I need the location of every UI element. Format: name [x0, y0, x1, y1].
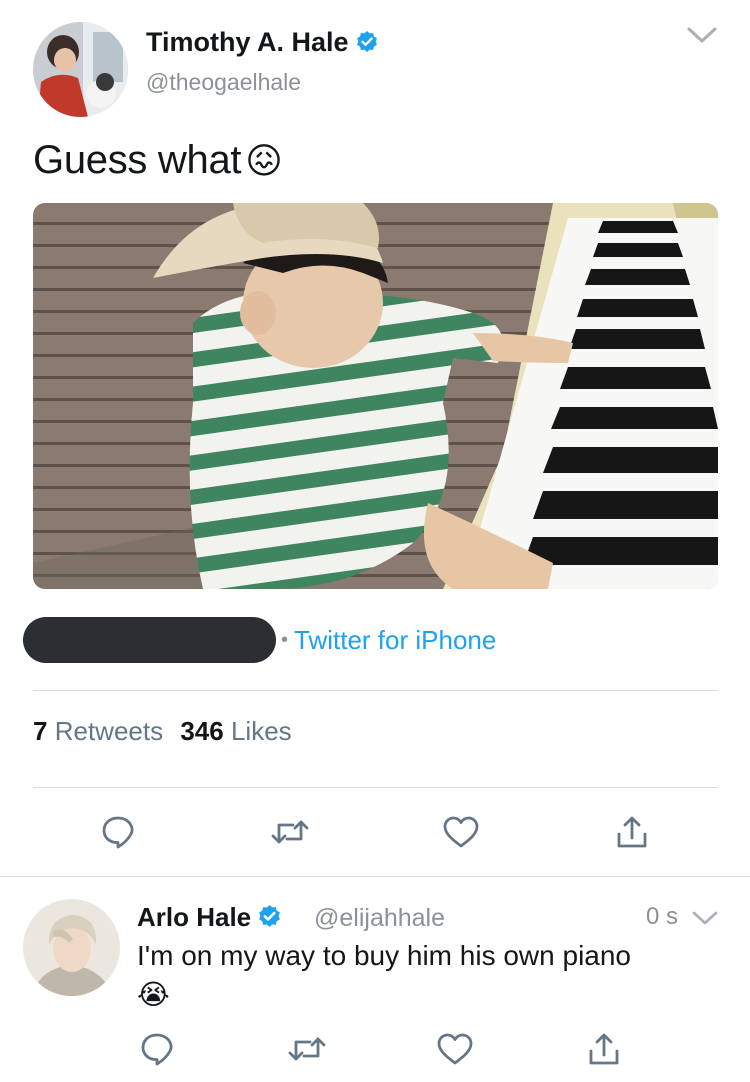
heart-icon — [437, 1033, 473, 1065]
retweet-icon — [271, 820, 309, 844]
retweet-icon — [288, 1037, 326, 1061]
share-upload-icon — [589, 1033, 619, 1065]
retweets-label: Retweets — [54, 716, 164, 746]
chevron-down-icon[interactable] — [689, 905, 721, 931]
author-avatar[interactable] — [33, 22, 128, 117]
reply-reply-button[interactable] — [135, 1027, 179, 1071]
reply-bubble-icon — [141, 1033, 173, 1066]
verified-badge-icon — [355, 30, 379, 61]
loudly-crying-face-emoji: 😭 — [137, 979, 170, 1010]
author-name[interactable]: Timothy A. Hale — [146, 27, 379, 61]
share-button[interactable] — [610, 810, 654, 854]
reply-like-button[interactable] — [433, 1027, 477, 1071]
heart-icon — [443, 816, 479, 848]
divider-reply — [0, 876, 750, 877]
tweet-text: Guess what 😖 — [33, 138, 283, 183]
tweet-meta-row: • Twitter for iPhone — [23, 617, 496, 663]
retweets-stat[interactable]: 7 Retweets — [33, 716, 163, 746]
divider-top — [33, 690, 718, 691]
likes-stat[interactable]: 346 Likes — [180, 716, 291, 746]
tweet-stats: 7 Retweets 346 Likes — [33, 716, 292, 747]
tweet-text-content: Guess what — [33, 138, 242, 182]
reply-text: I'm on my way to buy him his own piano — [137, 940, 631, 972]
like-button[interactable] — [439, 810, 483, 854]
reply-share-button[interactable] — [582, 1027, 626, 1071]
divider-middle — [33, 787, 718, 788]
likes-count: 346 — [180, 716, 224, 746]
tweet-media-image[interactable] — [33, 203, 718, 589]
reply-retweet-button[interactable] — [285, 1027, 329, 1071]
reply-author-name[interactable]: Arlo Hale — [137, 902, 282, 936]
likes-label: Likes — [230, 716, 292, 746]
reply-text-content: I'm on my way to buy him his own piano — [137, 940, 632, 971]
retweet-button[interactable] — [268, 810, 312, 854]
reply-timestamp: 0 s — [646, 903, 679, 930]
reply-bubble-icon — [102, 816, 134, 849]
retweets-count: 7 — [33, 716, 48, 746]
verified-badge-icon — [257, 904, 282, 936]
reply-author-avatar[interactable] — [23, 899, 120, 996]
author-handle[interactable]: @theogaelhale — [146, 69, 301, 96]
confounded-face-emoji: 😖 — [245, 140, 283, 181]
share-upload-icon — [617, 816, 647, 848]
author-name-text[interactable]: Timothy A. Hale — [146, 27, 349, 57]
redacted-timestamp — [23, 617, 276, 663]
chevron-down-icon[interactable] — [680, 22, 724, 50]
source-separator: • — [281, 628, 289, 651]
reply-author-handle[interactable]: @elijahhale — [314, 904, 445, 933]
reply-author-name-text[interactable]: Arlo Hale — [137, 902, 251, 932]
reply-button[interactable] — [96, 810, 140, 854]
source-link[interactable]: Twitter for iPhone — [294, 625, 496, 656]
